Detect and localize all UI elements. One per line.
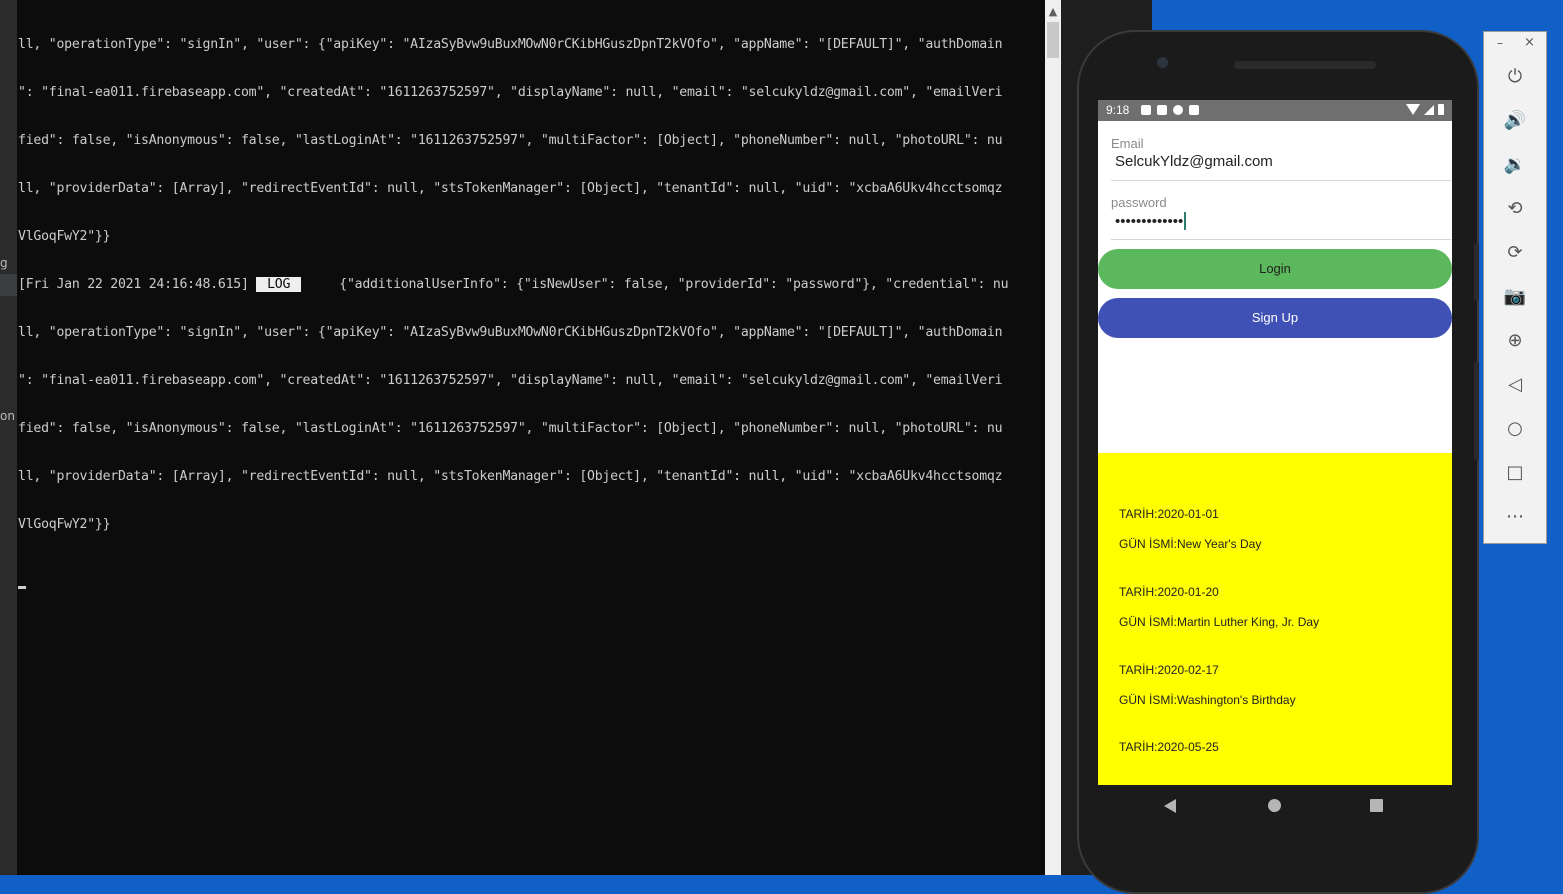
front-camera bbox=[1157, 57, 1168, 68]
camera-icon[interactable]: 📷 bbox=[1503, 285, 1527, 309]
status-bar: 9:18 bbox=[1098, 100, 1452, 121]
home-icon[interactable]: ○ bbox=[1503, 417, 1527, 441]
ide-left-strip: g on bbox=[0, 0, 17, 875]
wifi-icon bbox=[1406, 104, 1420, 115]
notification-a-icon bbox=[1141, 105, 1151, 115]
sd-card-icon bbox=[1189, 105, 1199, 115]
back-icon[interactable]: ◁ bbox=[1503, 373, 1527, 397]
rotate-left-icon[interactable]: ⟲ bbox=[1503, 197, 1527, 221]
terminal-line: ": "final-ea011.firebaseapp.com", "creat… bbox=[18, 85, 1003, 100]
terminal-line: fied": false, "isAnonymous": false, "las… bbox=[18, 133, 1003, 148]
phone-power-key bbox=[1474, 243, 1479, 301]
scroll-up-icon[interactable]: ▲ bbox=[1045, 4, 1061, 20]
minimize-button[interactable]: – bbox=[1497, 36, 1503, 50]
terminal-cursor bbox=[18, 586, 26, 589]
overview-icon[interactable]: □ bbox=[1503, 461, 1527, 485]
youtube-icon bbox=[1157, 105, 1167, 115]
more-icon[interactable]: ⋯ bbox=[1503, 505, 1527, 529]
android-nav-bar bbox=[1098, 785, 1452, 827]
holiday-date: TARİH:2020-05-25 bbox=[1119, 740, 1219, 754]
phone-volume-key bbox=[1474, 362, 1479, 460]
holiday-date: TARİH:2020-01-01 bbox=[1119, 507, 1219, 521]
password-input[interactable]: ••••••••••••• bbox=[1111, 212, 1451, 230]
terminal-line: ll, "providerData": [Array], "redirectEv… bbox=[18, 181, 1003, 196]
ide-text-fragment: g bbox=[0, 256, 8, 270]
signup-button[interactable]: Sign Up bbox=[1098, 298, 1452, 338]
log-timestamp: [Fri Jan 22 2021 24:16:48.615] bbox=[18, 277, 257, 292]
holiday-date: TARİH:2020-01-20 bbox=[1119, 585, 1219, 599]
volume-up-icon[interactable]: 🔊 bbox=[1503, 109, 1527, 133]
terminal-line: ": "final-ea011.firebaseapp.com", "creat… bbox=[18, 373, 1003, 388]
holiday-name: GÜN İSMİ:New Year's Day bbox=[1119, 537, 1262, 551]
terminal-line: ll, "providerData": [Array], "redirectEv… bbox=[18, 469, 1003, 484]
terminal-log-line: [Fri Jan 22 2021 24:16:48.615] LOG {"add… bbox=[18, 277, 1042, 293]
text-caret bbox=[1184, 212, 1187, 230]
password-label: password bbox=[1111, 195, 1167, 210]
terminal-output: ll, "operationType": "signIn", "user": {… bbox=[18, 5, 1042, 613]
power-icon[interactable]: ⏻ bbox=[1503, 65, 1527, 89]
holiday-name: GÜN İSMİ:Washington's Birthday bbox=[1119, 693, 1296, 707]
emulator-toolbar: – × ⏻ 🔊 🔉 ⟲ ⟳ 📷 ⊕ ◁ ○ □ ⋯ bbox=[1483, 31, 1547, 544]
log-level-badge: LOG bbox=[256, 277, 301, 292]
close-button[interactable]: × bbox=[1524, 35, 1535, 50]
nav-back-icon[interactable] bbox=[1164, 799, 1176, 813]
nav-recents-icon[interactable] bbox=[1370, 799, 1383, 812]
log-message: {"additionalUserInfo": {"isNewUser": fal… bbox=[300, 277, 1009, 292]
email-label: Email bbox=[1111, 136, 1144, 151]
password-field[interactable]: password ••••••••••••• bbox=[1111, 195, 1451, 240]
ide-highlight-row bbox=[0, 274, 17, 296]
terminal-line: VlGoqFwY2"}} bbox=[18, 517, 111, 532]
terminal-window[interactable]: ll, "operationType": "signIn", "user": {… bbox=[17, 0, 1045, 875]
rotate-right-icon[interactable]: ⟳ bbox=[1503, 241, 1527, 265]
terminal-line: VlGoqFwY2"}} bbox=[18, 229, 111, 244]
holiday-list[interactable]: TARİH:2020-01-01 GÜN İSMİ:New Year's Day… bbox=[1098, 453, 1452, 785]
holiday-date: TARİH:2020-02-17 bbox=[1119, 663, 1219, 677]
battery-icon bbox=[1438, 104, 1444, 115]
zoom-icon[interactable]: ⊕ bbox=[1503, 329, 1527, 353]
phone-screen: 9:18 Email SelcukYldz@gmail.com password… bbox=[1098, 100, 1452, 785]
ide-text-fragment: on bbox=[0, 409, 15, 423]
terminal-line: fied": false, "isAnonymous": false, "las… bbox=[18, 421, 1003, 436]
status-time: 9:18 bbox=[1106, 103, 1130, 117]
login-button[interactable]: Login bbox=[1098, 249, 1452, 289]
notification-p-icon bbox=[1173, 105, 1183, 115]
terminal-line: ll, "operationType": "signIn", "user": {… bbox=[18, 325, 1003, 340]
holiday-name: GÜN İSMİ:Martin Luther King, Jr. Day bbox=[1119, 615, 1320, 629]
password-value: ••••••••••••• bbox=[1115, 213, 1184, 230]
earpiece-speaker bbox=[1234, 61, 1376, 69]
terminal-line: ll, "operationType": "signIn", "user": {… bbox=[18, 37, 1003, 52]
email-field[interactable]: Email SelcukYldz@gmail.com bbox=[1111, 136, 1451, 181]
email-input[interactable]: SelcukYldz@gmail.com bbox=[1111, 153, 1451, 170]
terminal-scrollbar[interactable]: ▲ bbox=[1045, 0, 1061, 875]
nav-home-icon[interactable] bbox=[1268, 799, 1281, 812]
signal-icon bbox=[1424, 104, 1434, 115]
scroll-thumb[interactable] bbox=[1047, 22, 1059, 58]
volume-down-icon[interactable]: 🔉 bbox=[1503, 153, 1527, 177]
